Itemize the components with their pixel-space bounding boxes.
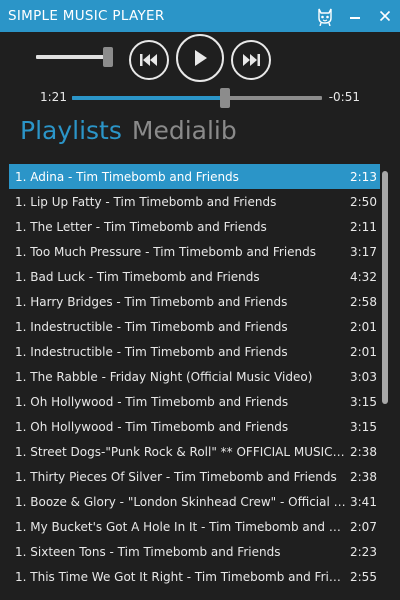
track-title: 1. This Time We Got It Right - Tim Timeb… bbox=[15, 569, 350, 584]
playlist: 1. Adina - Tim Timebomb and Friends 2:13 1… bbox=[9, 164, 380, 600]
track-title: 1. Oh Hollywood - Tim Timebomb and Frien… bbox=[15, 394, 289, 409]
seek-bar-thumb[interactable] bbox=[219, 88, 230, 108]
playlist-row[interactable]: 1. Oh Hollywood - Tim Timebomb and Frien… bbox=[9, 414, 380, 439]
playlist-row[interactable]: 1. The Letter - Tim Timebomb and Friends… bbox=[9, 214, 380, 239]
playlist-row[interactable]: 1. Lip Up Fatty - Tim Timebomb and Frien… bbox=[9, 189, 380, 214]
track-title: 1. Lip Up Fatty - Tim Timebomb and Frien… bbox=[15, 194, 277, 209]
view-tabs: Playlists Medialib bbox=[20, 116, 247, 152]
playlist-row[interactable]: 1. Indestructible - Tim Timebomb and Fri… bbox=[9, 339, 380, 364]
play-button[interactable] bbox=[176, 34, 224, 82]
track-duration: 2:11 bbox=[350, 219, 377, 234]
track-duration: 2:55 bbox=[350, 569, 377, 584]
track-title: 1. Booze & Glory - "London Skinhead Crew… bbox=[15, 494, 350, 509]
play-icon bbox=[195, 50, 207, 66]
playlist-row[interactable]: 1. Sixteen Tons - Tim Timebomb and Frien… bbox=[9, 539, 380, 564]
playlist-row[interactable]: 1. Thirty Pieces Of Silver - Tim Timebom… bbox=[9, 464, 380, 489]
volume-slider-track[interactable] bbox=[36, 55, 112, 59]
cat-icon bbox=[318, 8, 332, 26]
next-track-icon bbox=[243, 54, 260, 66]
track-duration: 2:58 bbox=[350, 294, 377, 309]
track-title: 1. The Letter - Tim Timebomb and Friends bbox=[15, 219, 267, 234]
mascot-button[interactable] bbox=[310, 0, 340, 32]
track-title: 1. The Rabble - Friday Night (Official M… bbox=[15, 369, 313, 384]
minimize-button[interactable] bbox=[340, 0, 370, 32]
previous-track-button[interactable] bbox=[129, 40, 169, 80]
minimize-icon bbox=[350, 17, 360, 19]
playlist-row[interactable]: 1. Booze & Glory - "London Skinhead Crew… bbox=[9, 489, 380, 514]
close-icon bbox=[379, 10, 391, 22]
track-duration: 2:01 bbox=[350, 344, 377, 359]
track-duration: 3:15 bbox=[350, 419, 377, 434]
playlist-row[interactable]: 1. Harry Bridges - Tim Timebomb and Frie… bbox=[9, 289, 380, 314]
playlist-row[interactable]: 1. This Time We Got It Right - Tim Timeb… bbox=[9, 564, 380, 589]
elapsed-time: 1:21 bbox=[40, 90, 67, 104]
track-title: 1. Harry Bridges - Tim Timebomb and Frie… bbox=[15, 294, 288, 309]
playlist-scrollbar[interactable] bbox=[382, 171, 388, 404]
track-duration: 2:23 bbox=[350, 544, 377, 559]
player-controls: 1:21 -0:51 bbox=[0, 32, 400, 112]
seek-bar-track[interactable] bbox=[72, 96, 322, 100]
playlist-row[interactable]: 1. Street Dogs-"Punk Rock & Roll" ** OFF… bbox=[9, 439, 380, 464]
track-duration: 3:03 bbox=[350, 369, 377, 384]
tab-medialib[interactable]: Medialib bbox=[132, 116, 237, 145]
track-title: 1. Too Much Pressure - Tim Timebomb and … bbox=[15, 244, 317, 259]
track-title: 1. Oh Hollywood - Tim Timebomb and Frien… bbox=[15, 419, 289, 434]
track-duration: 2:01 bbox=[350, 319, 377, 334]
track-duration: 2:38 bbox=[350, 469, 377, 484]
window-title: SIMPLE MUSIC PLAYER bbox=[8, 8, 165, 24]
track-title: 1. My Bucket's Got A Hole In It - Tim Ti… bbox=[15, 519, 350, 534]
track-duration: 2:50 bbox=[350, 194, 377, 209]
track-duration: 4:32 bbox=[350, 269, 377, 284]
track-title: 1. Indestructible - Tim Timebomb and Fri… bbox=[15, 319, 288, 334]
track-duration: 2:13 bbox=[350, 169, 377, 184]
track-title: 1. Street Dogs-"Punk Rock & Roll" ** OFF… bbox=[15, 444, 350, 459]
track-duration: 3:41 bbox=[350, 494, 377, 509]
next-track-button[interactable] bbox=[231, 40, 271, 80]
seek-bar-fill bbox=[72, 96, 225, 100]
tab-playlists[interactable]: Playlists bbox=[20, 116, 122, 145]
track-duration: 3:17 bbox=[350, 244, 377, 259]
track-duration: 3:15 bbox=[350, 394, 377, 409]
playlist-row[interactable]: 1. Bad Luck - Tim Timebomb and Friends 4:… bbox=[9, 264, 380, 289]
title-bar[interactable]: SIMPLE MUSIC PLAYER bbox=[0, 0, 400, 32]
track-title: 1. Thirty Pieces Of Silver - Tim Timebom… bbox=[15, 469, 337, 484]
remaining-time: -0:51 bbox=[328, 90, 360, 104]
track-title: 1. Bad Luck - Tim Timebomb and Friends bbox=[15, 269, 260, 284]
playlist-row[interactable]: 1. Indestructible - Tim Timebomb and Fri… bbox=[9, 314, 380, 339]
track-duration: 2:07 bbox=[350, 519, 377, 534]
track-title: 1. Adina - Tim Timebomb and Friends bbox=[15, 169, 239, 184]
playlist-row[interactable]: 1. The Rabble - Friday Night (Official M… bbox=[9, 364, 380, 389]
playlist-row[interactable]: 1. Adina - Tim Timebomb and Friends 2:13 bbox=[9, 164, 380, 189]
track-title: 1. Indestructible - Tim Timebomb and Fri… bbox=[15, 344, 288, 359]
volume-slider-thumb[interactable] bbox=[103, 47, 114, 67]
playlist-row[interactable]: 1. Too Much Pressure - Tim Timebomb and … bbox=[9, 239, 380, 264]
close-button[interactable] bbox=[370, 0, 400, 32]
playlist-row[interactable]: 1. My Bucket's Got A Hole In It - Tim Ti… bbox=[9, 514, 380, 539]
previous-track-icon bbox=[140, 54, 157, 66]
track-title: 1. Sixteen Tons - Tim Timebomb and Frien… bbox=[15, 544, 281, 559]
playlist-row[interactable]: 1. Oh Hollywood - Tim Timebomb and Frien… bbox=[9, 389, 380, 414]
track-duration: 2:38 bbox=[350, 444, 377, 459]
